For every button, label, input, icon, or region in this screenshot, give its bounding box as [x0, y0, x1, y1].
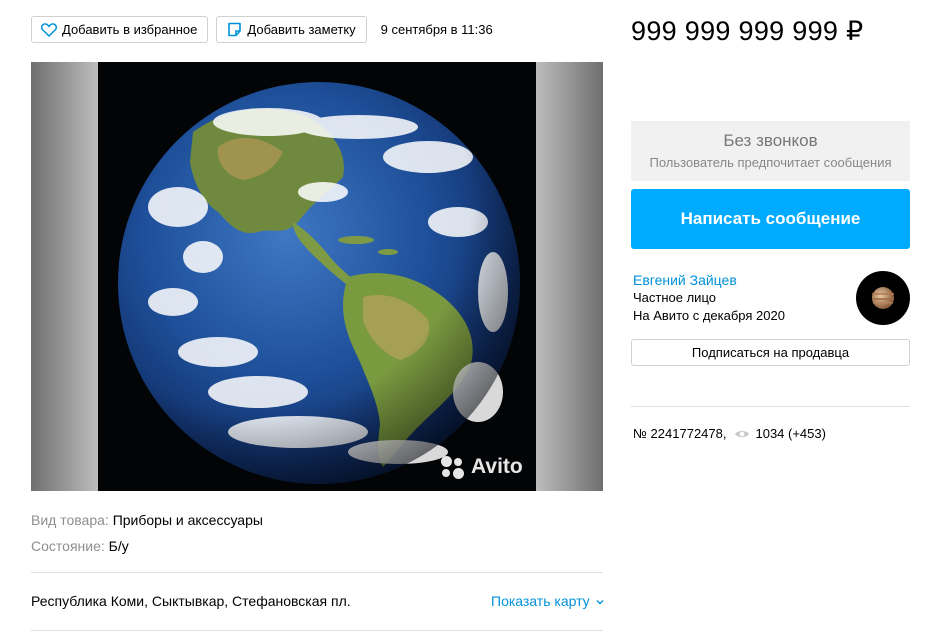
- write-message-button[interactable]: Написать сообщение: [631, 189, 910, 249]
- divider: [631, 406, 910, 407]
- eye-icon: [734, 429, 750, 439]
- param-row: Состояние: Б/у: [31, 536, 263, 562]
- photo-blur-left: [31, 62, 98, 491]
- price: 999 999 999 999 ₽: [631, 16, 864, 46]
- no-calls-notice: Без звонков Пользователь предпочитает со…: [631, 121, 910, 181]
- show-map-link[interactable]: Показать карту: [491, 593, 604, 609]
- heart-icon: [41, 22, 57, 38]
- chevron-down-icon: [596, 600, 604, 605]
- seller-name-link[interactable]: Евгений Зайцев: [633, 271, 785, 289]
- param-value: Приборы и аксессуары: [112, 512, 263, 528]
- no-calls-title: Без звонков: [723, 131, 818, 150]
- add-note-button[interactable]: Добавить заметку: [216, 16, 367, 43]
- show-map-label: Показать карту: [491, 593, 590, 609]
- avito-watermark-text: Avito: [471, 455, 523, 478]
- avito-watermark: Avito: [441, 455, 523, 479]
- view-count: 1034 (+453): [755, 426, 826, 441]
- note-icon: [226, 22, 242, 38]
- add-to-favorites-button[interactable]: Добавить в избранное: [31, 16, 209, 43]
- listing-date: 9 сентября в 11:36: [380, 22, 493, 37]
- planet-avatar-icon: [872, 287, 894, 309]
- seller-info: Евгений Зайцев Частное лицо На Авито с д…: [633, 271, 785, 325]
- param-key: Состояние:: [31, 538, 105, 554]
- listing-photo[interactable]: Avito: [31, 62, 603, 491]
- subscribe-seller-button[interactable]: Подписаться на продавца: [631, 339, 910, 366]
- avito-logo-icon: [441, 455, 467, 479]
- divider: [31, 630, 603, 631]
- address: Республика Коми, Сыктывкар, Стефановская…: [31, 593, 351, 609]
- listing-meta: № 2241772478, 1034 (+453): [633, 426, 826, 441]
- param-key: Вид товара:: [31, 512, 109, 528]
- divider: [31, 572, 603, 573]
- add-note-label: Добавить заметку: [247, 22, 356, 37]
- photo-blur-right: [536, 62, 603, 491]
- listing-number: № 2241772478,: [633, 426, 727, 441]
- seller-since: На Авито с декабря 2020: [633, 308, 785, 323]
- add-to-favorites-label: Добавить в избранное: [62, 22, 198, 37]
- no-calls-subtitle: Пользователь предпочитает сообщения: [649, 155, 892, 170]
- seller-type: Частное лицо: [633, 290, 716, 305]
- earth-image: [118, 82, 520, 484]
- item-params: Вид товара: Приборы и аксессуары Состоян…: [31, 510, 263, 562]
- param-value: Б/у: [108, 538, 129, 554]
- seller-avatar[interactable]: [856, 271, 910, 325]
- listing-actions: Добавить в избранное Добавить заметку 9 …: [31, 16, 493, 43]
- param-row: Вид товара: Приборы и аксессуары: [31, 510, 263, 536]
